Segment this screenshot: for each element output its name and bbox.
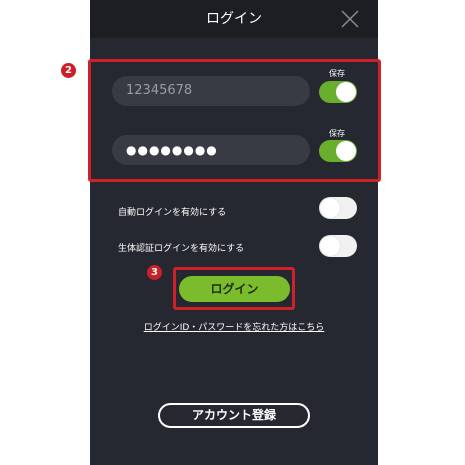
close-icon[interactable] bbox=[340, 9, 360, 29]
forgot-credentials-link[interactable]: ログインID・パスワードを忘れた方はこちら bbox=[90, 320, 378, 333]
biometric-login-label: 生体認証ログインを有効にする bbox=[118, 244, 245, 254]
page-title: ログイン bbox=[206, 11, 262, 27]
register-account-button[interactable]: アカウント登録 bbox=[158, 403, 310, 428]
auto-login-label: 自動ログインを有効にする bbox=[118, 208, 227, 218]
header-bar: ログイン bbox=[90, 0, 378, 38]
biometric-login-toggle[interactable] bbox=[319, 235, 357, 257]
credentials-highlight-box bbox=[88, 59, 381, 182]
toggle-knob bbox=[320, 198, 340, 218]
auto-login-toggle[interactable] bbox=[319, 197, 357, 219]
toggle-knob bbox=[320, 236, 340, 256]
annotation-badge-2: 2 bbox=[61, 63, 76, 78]
login-highlight-box bbox=[173, 267, 295, 310]
annotation-badge-3: 3 bbox=[147, 265, 162, 280]
